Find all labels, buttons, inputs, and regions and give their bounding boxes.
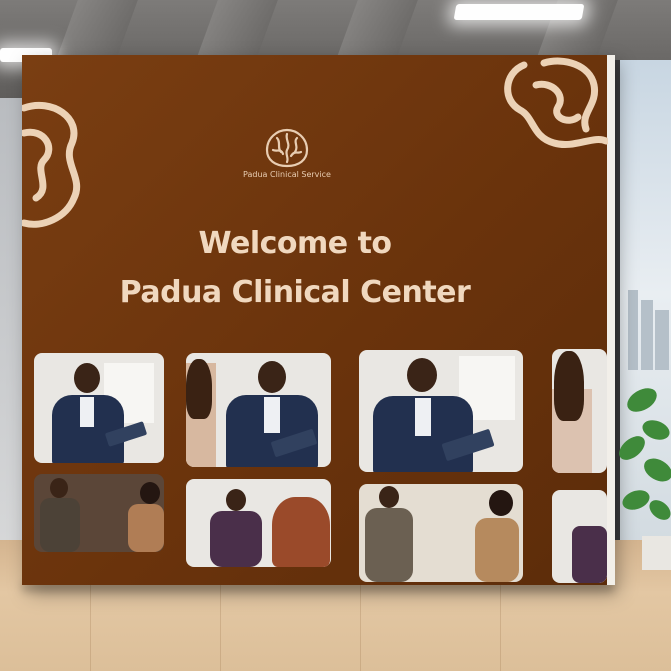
photo-therapy-room — [359, 484, 523, 582]
back-wall — [0, 98, 24, 558]
photo-therapy-session — [34, 474, 164, 552]
brain-logo-icon — [265, 128, 309, 168]
city-building — [628, 290, 638, 370]
brain-decoration-icon — [22, 101, 81, 228]
headline-center-name: Padua Clinical Center — [119, 275, 471, 310]
potted-plant-icon — [619, 388, 671, 570]
ceiling-light — [453, 4, 585, 20]
photo-doctor-clipboard — [359, 350, 523, 472]
photo-doctor-smiling — [186, 353, 331, 467]
photo-patient-partial-bottom — [552, 490, 607, 583]
photo-doctor — [34, 353, 164, 463]
brain-decoration-icon — [504, 57, 608, 148]
photo-patient-partial — [552, 349, 607, 473]
photo-doctor-and-patient — [186, 479, 331, 567]
headline-welcome: Welcome to — [198, 226, 392, 261]
brand-name: Padua Clinical Service — [243, 170, 331, 179]
